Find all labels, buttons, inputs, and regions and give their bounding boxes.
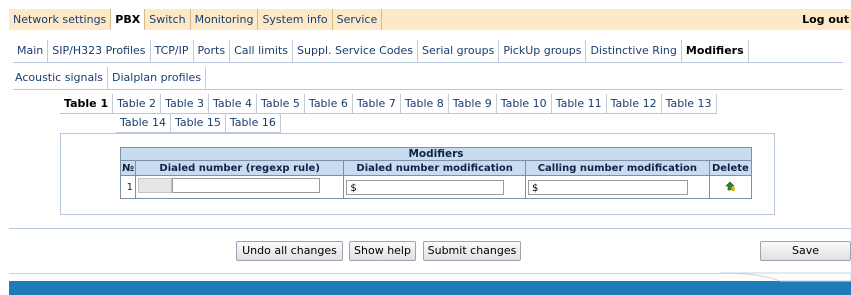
tab-call-limits[interactable]: Call limits [230, 40, 294, 62]
top-menu-system-info[interactable]: System info [258, 9, 333, 30]
divider [9, 228, 851, 229]
modifier-table-tabs: Table 1 Table 2 Table 3 Table 4 Table 5 … [60, 94, 780, 133]
pbx-sub-tabs: Main SIP/H323 Profiles TCP/IP Ports Call… [13, 40, 843, 90]
col-header-delete: Delete [708, 160, 753, 176]
table-tabs-row-2: Table 14 Table 15 Table 16 [60, 113, 780, 133]
tab-table-13[interactable]: Table 13 [661, 94, 717, 114]
show-help-button[interactable]: Show help [349, 241, 416, 261]
table-tabs-row-1: Table 1 Table 2 Table 3 Table 4 Table 5 … [60, 94, 780, 114]
undo-all-changes-button[interactable]: Undo all changes [236, 241, 343, 261]
dialed-rule-cell [134, 175, 345, 199]
tab-table-15[interactable]: Table 15 [170, 113, 226, 133]
table-row: 1 $ $ [120, 175, 753, 199]
col-header-index: № [120, 160, 136, 176]
tab-table-2[interactable]: Table 2 [113, 94, 162, 114]
tab-suppl-service-codes[interactable]: Suppl. Service Codes [293, 40, 419, 62]
tab-table-3[interactable]: Table 3 [161, 94, 210, 114]
top-menu-switch[interactable]: Switch [145, 9, 191, 30]
footer-swoosh-icon [720, 272, 851, 282]
dialed-modification-cell: $ [343, 175, 526, 199]
modifiers-table: Modifiers № Dialed number (regexp rule) … [120, 147, 753, 199]
tab-table-4[interactable]: Table 4 [209, 94, 257, 114]
footer-bar [9, 281, 851, 295]
dialed-rule-input[interactable] [172, 178, 320, 193]
tab-acoustic-signals[interactable]: Acoustic signals [13, 67, 108, 89]
dialed-rule-prefix-field [138, 178, 172, 193]
tab-distinctive-ring[interactable]: Distinctive Ring [586, 40, 682, 62]
tab-table-16[interactable]: Table 16 [225, 113, 281, 133]
tab-pickup-groups[interactable]: PickUp groups [499, 40, 587, 62]
delete-cell [708, 175, 753, 199]
top-menu-monitoring[interactable]: Monitoring [191, 9, 259, 30]
tab-table-1[interactable]: Table 1 [60, 94, 114, 114]
save-button[interactable]: Save [760, 241, 851, 261]
calling-modification-cell: $ [524, 175, 710, 199]
sub-tabs-row-1: Main SIP/H323 Profiles TCP/IP Ports Call… [13, 40, 843, 63]
submit-changes-button[interactable]: Submit changes [423, 241, 521, 261]
tab-table-11[interactable]: Table 11 [551, 94, 607, 114]
delete-icon[interactable] [724, 180, 736, 192]
tab-tcp-ip[interactable]: TCP/IP [151, 40, 194, 62]
modifiers-table-header: № Dialed number (regexp rule) Dialed num… [120, 160, 753, 176]
row-index: 1 [120, 175, 136, 199]
tab-table-8[interactable]: Table 8 [400, 94, 449, 114]
tab-table-9[interactable]: Table 9 [448, 94, 497, 114]
col-header-calling-modification: Calling number modification [524, 160, 710, 176]
logout-link[interactable]: Log out [802, 9, 849, 30]
top-menu-network-settings[interactable]: Network settings [9, 9, 112, 30]
tab-table-14[interactable]: Table 14 [116, 113, 171, 133]
tab-table-7[interactable]: Table 7 [352, 94, 401, 114]
modifiers-table-caption: Modifiers [120, 147, 752, 161]
top-menu-bar: Network settings PBX Switch Monitoring S… [9, 9, 851, 30]
tab-table-5[interactable]: Table 5 [256, 94, 305, 114]
tab-modifiers[interactable]: Modifiers [681, 40, 749, 62]
tab-serial-groups[interactable]: Serial groups [418, 40, 500, 62]
top-menu-service[interactable]: Service [333, 9, 383, 30]
sub-tabs-row-2: Acoustic signals Dialplan profiles [13, 67, 843, 90]
tab-table-12[interactable]: Table 12 [606, 94, 662, 114]
top-menu-pbx[interactable]: PBX [111, 9, 146, 30]
dialed-modification-input[interactable]: $ [346, 179, 505, 195]
tab-ports[interactable]: Ports [194, 40, 231, 62]
col-header-dialed-rule: Dialed number (regexp rule) [134, 160, 345, 176]
calling-modification-input[interactable]: $ [527, 179, 688, 195]
tab-table-10[interactable]: Table 10 [496, 94, 552, 114]
tab-table-6[interactable]: Table 6 [304, 94, 353, 114]
tab-sip-h323-profiles[interactable]: SIP/H323 Profiles [48, 40, 151, 62]
tab-main[interactable]: Main [13, 40, 49, 62]
col-header-dialed-modification: Dialed number modification [343, 160, 526, 176]
tab-dialplan-profiles[interactable]: Dialplan profiles [108, 67, 207, 89]
top-menu: Network settings PBX Switch Monitoring S… [9, 9, 383, 30]
